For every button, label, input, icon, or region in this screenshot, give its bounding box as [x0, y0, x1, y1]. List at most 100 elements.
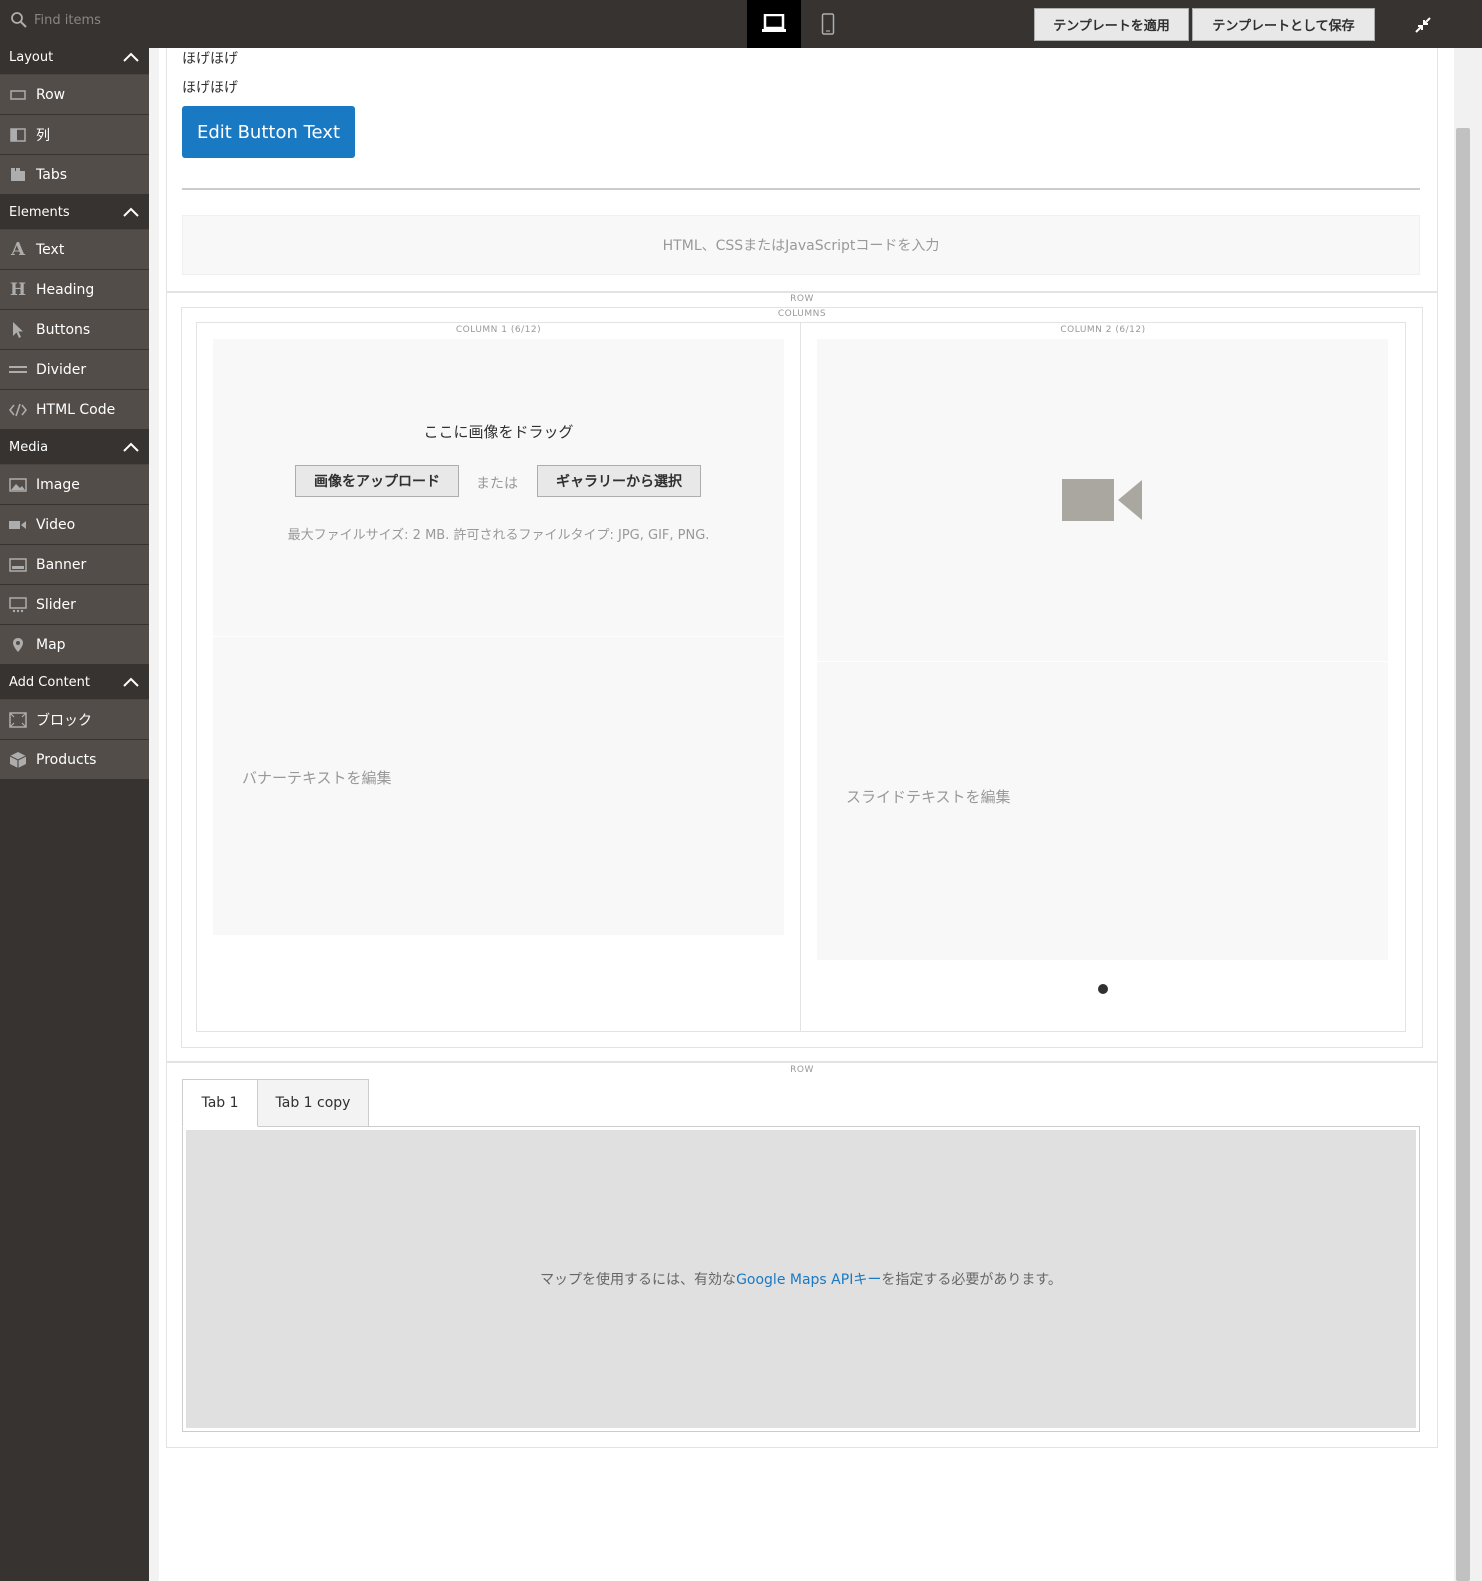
- search-icon: [11, 12, 27, 28]
- save-as-template-button[interactable]: テンプレートとして保存: [1192, 8, 1375, 41]
- group-header-layout[interactable]: Layout: [0, 40, 149, 75]
- group-label: Layout: [9, 49, 54, 65]
- text-block[interactable]: ほげほげ: [182, 48, 238, 68]
- sidebar-item-label: ブロック: [36, 712, 92, 729]
- banner-content-area[interactable]: バナーテキストを編集: [213, 637, 784, 935]
- search-box: [0, 0, 149, 40]
- sidebar-item-label: Tabs: [36, 166, 67, 183]
- map-message-suffix: を指定する必要があります。: [881, 1272, 1062, 1288]
- sidebar-item-label: Video: [36, 516, 76, 533]
- slider-icon: [9, 596, 27, 614]
- sidebar-item-row[interactable]: Row: [0, 75, 149, 115]
- group-label: Add Content: [9, 674, 91, 690]
- edit-button-text-button[interactable]: Edit Button Text: [182, 106, 355, 158]
- content-panel-sidebar: Layout Row 列 Tabs Elements A Text H Head…: [0, 40, 149, 1581]
- divider-icon: [9, 361, 27, 379]
- image-upload-area[interactable]: ここに画像をドラッグ 画像をアップロード または ギャラリーから選択 最大ファイ…: [213, 339, 784, 636]
- chevron-up-icon: [123, 52, 139, 62]
- slide-content-area[interactable]: スライドテキストを編集: [817, 662, 1388, 960]
- upload-image-button[interactable]: 画像をアップロード: [295, 465, 459, 497]
- sidebar-item-products[interactable]: Products: [0, 740, 149, 780]
- sidebar-item-image[interactable]: Image: [0, 465, 149, 505]
- group-header-add-content[interactable]: Add Content: [0, 665, 149, 700]
- products-icon: [9, 751, 27, 769]
- exit-fullscreen-button[interactable]: [1410, 12, 1436, 38]
- sidebar-item-text[interactable]: A Text: [0, 230, 149, 270]
- sidebar-item-tabs[interactable]: Tabs: [0, 155, 149, 195]
- sidebar-item-label: Heading: [36, 281, 95, 298]
- laptop-icon: [762, 14, 786, 32]
- chevron-up-icon: [123, 677, 139, 687]
- column-icon: [9, 126, 27, 144]
- or-text: または: [476, 476, 518, 492]
- sidebar-item-label: Slider: [36, 596, 76, 613]
- sidebar-item-html-code[interactable]: HTML Code: [0, 390, 149, 430]
- tab-1-copy[interactable]: Tab 1 copy: [257, 1079, 369, 1127]
- sidebar-item-label: Divider: [36, 361, 87, 378]
- column-1-label: COLUMN 1 (6/12): [455, 325, 542, 335]
- chevron-up-icon: [123, 207, 139, 217]
- tab-label: Tab 1: [201, 1095, 239, 1111]
- drag-image-text: ここに画像をドラッグ: [423, 423, 574, 441]
- cursor-icon: [9, 321, 27, 339]
- image-icon: [9, 476, 27, 494]
- select-from-gallery-button[interactable]: ギャラリーから選択: [537, 465, 701, 497]
- code-icon: [9, 401, 27, 419]
- sidebar-item-heading[interactable]: H Heading: [0, 270, 149, 310]
- video-placeholder[interactable]: [817, 339, 1388, 661]
- row-label: ROW: [790, 294, 814, 304]
- google-maps-api-key-link[interactable]: Google Maps APIキー: [736, 1269, 881, 1289]
- sidebar-item-label: Buttons: [36, 321, 91, 338]
- text-icon: A: [11, 239, 25, 260]
- mobile-view-button[interactable]: [801, 0, 855, 48]
- sidebar-item-block[interactable]: ブロック: [0, 700, 149, 740]
- desktop-view-button[interactable]: [747, 0, 801, 48]
- sidebar-item-label: Products: [36, 751, 97, 768]
- sidebar-item-label: Map: [36, 636, 66, 653]
- map-placeholder: マップを使用するには、有効な Google Maps APIキー を指定する必要があ…: [186, 1130, 1416, 1428]
- columns-label: COLUMNS: [777, 309, 827, 319]
- tab-label: Tab 1 copy: [275, 1095, 351, 1111]
- video-icon: [9, 516, 27, 534]
- mobile-phone-icon: [821, 13, 835, 35]
- row-icon: [9, 86, 27, 104]
- sidebar-item-video[interactable]: Video: [0, 505, 149, 545]
- row-label: ROW: [790, 1065, 814, 1075]
- page-builder-stage: ほげほげ ほげほげ Edit Button Text HTML、CSSまたはJa…: [149, 48, 1454, 1581]
- text-block[interactable]: ほげほげ: [182, 77, 238, 97]
- sidebar-item-label: Banner: [36, 556, 87, 573]
- group-header-media[interactable]: Media: [0, 430, 149, 465]
- group-label: Media: [9, 439, 49, 455]
- slide-text-placeholder[interactable]: スライドテキストを編集: [846, 786, 1011, 807]
- apply-template-button[interactable]: テンプレートを適用: [1034, 8, 1189, 41]
- tabs-icon: [9, 166, 27, 184]
- banner-icon: [9, 556, 27, 574]
- scrollbar-thumb[interactable]: [1456, 128, 1470, 1581]
- max-file-size-text: 最大ファイルサイズ: 2 MB. 許可されるファイルタイプ: JPG, GIF,…: [287, 528, 710, 543]
- stage-gutter: [149, 48, 159, 1581]
- slider-dot[interactable]: [1098, 984, 1108, 994]
- sidebar-item-map[interactable]: Map: [0, 625, 149, 665]
- html-code-placeholder[interactable]: HTML、CSSまたはJavaScriptコードを入力: [182, 215, 1420, 275]
- sidebar-item-column[interactable]: 列: [0, 115, 149, 155]
- divider: [182, 188, 1420, 190]
- collapse-arrows-icon: [1415, 17, 1431, 33]
- sidebar-item-divider[interactable]: Divider: [0, 350, 149, 390]
- sidebar-item-label: Image: [36, 476, 80, 493]
- map-pin-icon: [9, 636, 27, 654]
- sidebar-item-label: Text: [36, 241, 65, 258]
- group-label: Elements: [9, 204, 70, 220]
- banner-text-placeholder[interactable]: バナーテキストを編集: [242, 767, 392, 788]
- map-message-prefix: マップを使用するには、有効な: [540, 1272, 737, 1288]
- sidebar-item-banner[interactable]: Banner: [0, 545, 149, 585]
- group-header-elements[interactable]: Elements: [0, 195, 149, 230]
- chevron-up-icon: [123, 442, 139, 452]
- search-input[interactable]: [34, 9, 146, 31]
- heading-icon: H: [9, 279, 27, 300]
- top-bar: テンプレートを適用 テンプレートとして保存: [0, 0, 1482, 48]
- sidebar-item-buttons[interactable]: Buttons: [0, 310, 149, 350]
- sidebar-item-slider[interactable]: Slider: [0, 585, 149, 625]
- tab-panel: マップを使用するには、有効な Google Maps APIキー を指定する必要があ…: [182, 1126, 1420, 1432]
- video-camera-icon: [1062, 479, 1142, 521]
- tab-1[interactable]: Tab 1: [182, 1079, 258, 1127]
